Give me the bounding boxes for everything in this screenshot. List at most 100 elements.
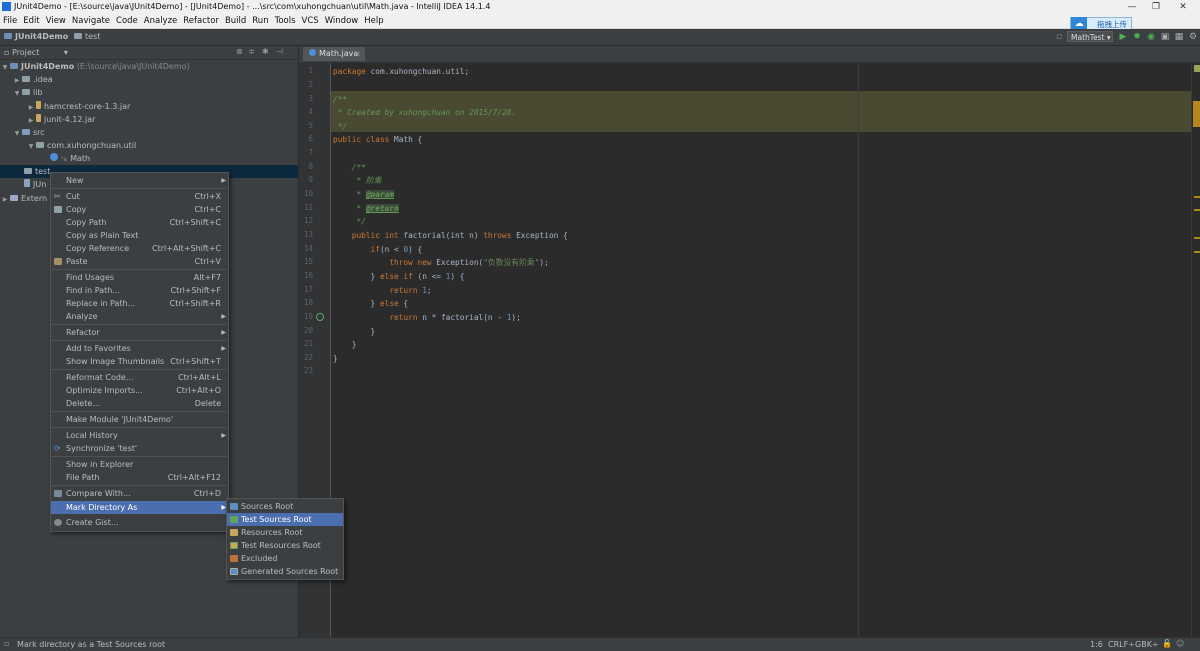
run-icon[interactable]: ▶ <box>1118 32 1128 42</box>
sync-icon[interactable]: ≑ <box>248 47 255 56</box>
recursion-icon[interactable] <box>316 313 324 321</box>
menu-item-refactor[interactable]: Refactor ▶ <box>51 326 228 339</box>
menu-item-make-module[interactable]: Make Module 'JUnit4Demo' <box>51 413 228 426</box>
menu-item-cut[interactable]: ✂ Cut Ctrl+X <box>51 190 228 203</box>
intellij-logo-icon <box>2 2 11 11</box>
submenu-arrow-icon: ▶ <box>221 432 226 439</box>
lock-icon[interactable]: 🔓 <box>1162 639 1172 648</box>
menu-edit[interactable]: Edit <box>20 14 42 28</box>
menu-item-show-thumbnails[interactable]: Show Image Thumbnails Ctrl+Shift+T <box>51 355 228 368</box>
menu-item-replace-in-path[interactable]: Replace in Path... Ctrl+Shift+R <box>51 297 228 310</box>
menu-item-paste[interactable]: Paste Ctrl+V <box>51 255 228 268</box>
close-button[interactable]: ✕ <box>1170 0 1196 14</box>
editor-scrollbar[interactable] <box>1191 63 1200 637</box>
submenu-item-resources-root[interactable]: Resources Root <box>227 526 343 539</box>
menu-item-synchronize[interactable]: ⟳ Synchronize 'test' <box>51 442 228 455</box>
menu-refactor[interactable]: Refactor <box>180 14 222 28</box>
menu-item-compare-with[interactable]: Compare With... Ctrl+D <box>51 487 228 500</box>
caret-position[interactable]: 1:6 <box>1090 640 1103 649</box>
menu-help[interactable]: Help <box>361 14 386 28</box>
submenu-item-sources-root[interactable]: Sources Root <box>227 500 343 513</box>
menu-item-copy-reference[interactable]: Copy Reference Ctrl+Alt+Shift+C <box>51 242 228 255</box>
menu-tools[interactable]: Tools <box>272 14 299 28</box>
resources-root-icon <box>230 529 238 536</box>
excluded-icon <box>230 555 238 562</box>
tree-item-junit-jar[interactable]: ▶ junit-4.12.jar <box>26 113 95 126</box>
tree-item-lib[interactable]: ▼ lib <box>12 86 43 99</box>
submenu-item-test-sources-root[interactable]: Test Sources Root <box>227 513 343 526</box>
project-structure-icon[interactable]: ▦ <box>1174 32 1184 42</box>
window-title-bar: JUnit4Demo - [E:\source\java\JUnit4Demo]… <box>0 0 1200 14</box>
tab-math-java[interactable]: Math.java × <box>303 47 365 61</box>
library-icon <box>10 195 18 201</box>
tree-item-junit4demo-iml[interactable]: JUn <box>24 178 46 191</box>
menu-item-copy[interactable]: Copy Ctrl+C <box>51 203 228 216</box>
line-separator[interactable]: CRLF÷ <box>1108 640 1135 649</box>
menu-item-new[interactable]: New ▶ <box>51 174 228 187</box>
menu-item-show-in-explorer[interactable]: Show in Explorer <box>51 458 228 471</box>
menu-vcs[interactable]: VCS <box>299 14 322 28</box>
tree-item-junit4demo[interactable]: ▼ JUnit4Demo (E:\source\java\JUnit4Demo) <box>0 60 298 73</box>
submenu-item-test-resources-root[interactable]: Test Resources Root <box>227 539 343 552</box>
run-config-dropdown[interactable]: MathTest ▾ <box>1067 31 1113 42</box>
hide-panel-icon[interactable]: ⊣ <box>276 47 283 56</box>
tree-item-external-libraries[interactable]: ▶ Extern <box>0 192 47 205</box>
tree-item-hamcrest-jar[interactable]: ▶ hamcrest-core-1.3.jar <box>26 100 130 113</box>
menu-item-mark-directory-as[interactable]: Mark Directory As ▶ <box>51 501 228 514</box>
breadcrumb-project[interactable]: JUnit4Demo <box>4 32 68 41</box>
line-number: 16 <box>303 271 313 280</box>
inspector-icon[interactable]: ☺ <box>1176 639 1184 648</box>
tree-item-src[interactable]: ▼ src <box>12 126 45 139</box>
gear-icon[interactable]: ✱ <box>262 47 269 56</box>
collapse-icon[interactable]: ⊗ <box>236 47 243 56</box>
menu-view[interactable]: View <box>43 14 69 28</box>
settings-icon[interactable]: ⚙ <box>1188 32 1198 42</box>
file-encoding[interactable]: GBK÷ <box>1135 640 1159 649</box>
maximize-button[interactable]: ❐ <box>1143 0 1169 14</box>
tree-item-idea[interactable]: ▶ .idea <box>12 73 53 86</box>
menu-item-analyze[interactable]: Analyze ▶ <box>51 310 228 323</box>
debug-icon[interactable]: ✹ <box>1132 32 1142 42</box>
tree-path: (E:\source\java\JUnit4Demo) <box>74 62 190 71</box>
coverage-icon[interactable]: ◉ <box>1146 32 1156 42</box>
minimize-button[interactable]: — <box>1119 0 1145 14</box>
menu-build[interactable]: Build <box>222 14 249 28</box>
menu-navigate[interactable]: Navigate <box>69 14 113 28</box>
code-line-18: } else { <box>333 299 409 308</box>
code-editor[interactable]: package com.xuhongchuan.util; /** * Crea… <box>331 63 1191 637</box>
menu-item-delete[interactable]: Delete... Delete <box>51 397 228 410</box>
menu-item-file-path[interactable]: File Path Ctrl+Alt+F12 <box>51 471 228 484</box>
code-line-8: /** <box>333 163 366 172</box>
menu-window[interactable]: Window <box>322 14 362 28</box>
code-line-16: } else if (n <= 1) { <box>333 272 465 281</box>
menu-item-copy-path[interactable]: Copy Path Ctrl+Shift+C <box>51 216 228 229</box>
menu-item-reformat-code[interactable]: Reformat Code... Ctrl+Alt+L <box>51 371 228 384</box>
code-line-4: * Created by xuhongchuan on 2015/7/28. <box>333 108 517 117</box>
menu-item-find-usages[interactable]: Find Usages Alt+F7 <box>51 271 228 284</box>
project-view-dropdown[interactable]: ▫ Project ▾ <box>4 48 68 57</box>
menu-item-optimize-imports[interactable]: Optimize Imports... Ctrl+Alt+O <box>51 384 228 397</box>
line-number: 17 <box>303 285 313 294</box>
tree-item-math[interactable]: ⁰a Math <box>50 152 90 165</box>
tool-windows-icon[interactable]: ▫ <box>4 639 9 648</box>
menu-file[interactable]: File <box>0 14 20 28</box>
breadcrumb-folder[interactable]: test <box>74 32 100 41</box>
tree-item-package[interactable]: ▼ com.xuhongchuan.util <box>26 139 137 152</box>
status-indicator-icon <box>1194 65 1200 72</box>
menu-item-find-in-path[interactable]: Find in Path... Ctrl+Shift+F <box>51 284 228 297</box>
line-number: 18 <box>303 298 313 307</box>
menu-item-add-to-favorites[interactable]: Add to Favorites ▶ <box>51 342 228 355</box>
context-menu: New ▶ ✂ Cut Ctrl+X Copy Ctrl+C Copy Path Ctrl… <box>50 172 229 532</box>
stop-icon[interactable]: ▣ <box>1160 32 1170 42</box>
submenu-item-excluded[interactable]: Excluded <box>227 552 343 565</box>
menu-run[interactable]: Run <box>249 14 271 28</box>
tree-label: com.xuhongchuan.util <box>47 141 137 150</box>
menu-item-local-history[interactable]: Local History ▶ <box>51 429 228 442</box>
menu-item-copy-plain-text[interactable]: Copy as Plain Text <box>51 229 228 242</box>
submenu-item-generated-sources-root[interactable]: Generated Sources Root <box>227 565 343 578</box>
menu-analyze[interactable]: Analyze <box>141 14 181 28</box>
close-tab-icon[interactable]: × <box>354 47 361 61</box>
menu-item-create-gist[interactable]: Create Gist... <box>51 516 228 529</box>
submenu-arrow-icon: ▶ <box>221 345 226 352</box>
menu-code[interactable]: Code <box>113 14 141 28</box>
